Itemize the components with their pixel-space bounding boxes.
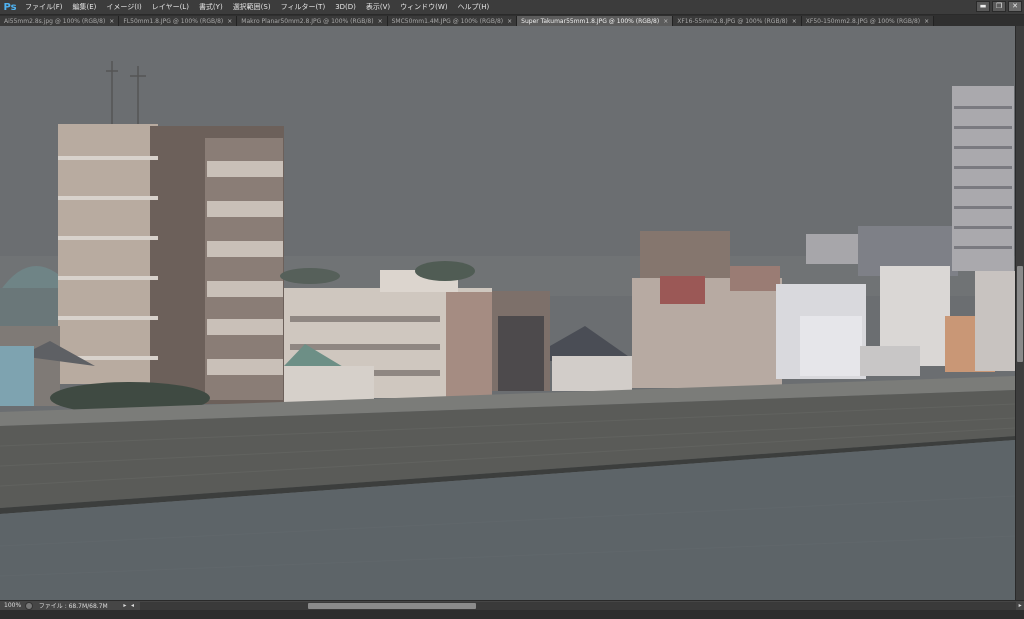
vertical-scroll-thumb[interactable]: [1017, 266, 1023, 362]
tab-close-icon[interactable]: ×: [507, 18, 512, 25]
tab-close-icon[interactable]: ×: [378, 18, 383, 25]
menu-window[interactable]: ウィンドウ(W): [395, 0, 452, 15]
menu-view[interactable]: 表示(V): [361, 0, 395, 15]
menu-3d[interactable]: 3D(D): [330, 0, 361, 15]
window-controls: ▬ ❐ ✕: [976, 1, 1022, 12]
photoshop-logo-icon[interactable]: Ps: [0, 0, 20, 15]
tab-label: FL50mm1.8.JPG @ 100% (RGB/8): [123, 17, 224, 25]
horizontal-scrollbar[interactable]: [140, 601, 1017, 610]
tab-label: SMC50mm1.4M.JPG @ 100% (RGB/8): [391, 17, 504, 25]
scroll-right-arrow-icon[interactable]: ▸: [1016, 602, 1024, 609]
tab-close-icon[interactable]: ×: [227, 18, 232, 25]
tab-label: Makro Planar50mm2.8.JPG @ 100% (RGB/8): [241, 17, 374, 25]
document-canvas[interactable]: [0, 26, 1015, 600]
tab-label: Super Takumar55mm1.8.JPG @ 100% (RGB/8): [521, 17, 660, 25]
bottom-panel-strip: [0, 610, 1024, 619]
tab-label: XF50-150mm2.8.JPG @ 100% (RGB/8): [805, 17, 921, 25]
document-tab-bar: Ai55mm2.8s.jpg @ 100% (RGB/8) × FL50mm1.…: [0, 15, 1024, 26]
menu-layer[interactable]: レイヤー(L): [147, 0, 194, 15]
tab-label: XF16-55mm2.8.JPG @ 100% (RGB/8): [677, 17, 788, 25]
vertical-scrollbar[interactable]: [1015, 26, 1024, 600]
tab-fl50mm[interactable]: FL50mm1.8.JPG @ 100% (RGB/8) ×: [119, 16, 238, 26]
menu-bar: Ps ファイル(F) 編集(E) イメージ(I) レイヤー(L) 書式(Y) 選…: [0, 0, 1024, 15]
tab-label: Ai55mm2.8s.jpg @ 100% (RGB/8): [4, 17, 106, 25]
tab-xf50-150mm[interactable]: XF50-150mm2.8.JPG @ 100% (RGB/8) ×: [801, 16, 935, 26]
restore-icon[interactable]: ❐: [992, 1, 1006, 12]
photo-image: [0, 26, 1015, 600]
menu-file[interactable]: ファイル(F): [20, 0, 68, 15]
tab-makro-planar[interactable]: Makro Planar50mm2.8.JPG @ 100% (RGB/8) ×: [237, 16, 388, 26]
scroll-left-arrow-icon[interactable]: ◂: [129, 602, 137, 609]
minimize-icon[interactable]: ▬: [976, 1, 990, 12]
status-bar: 100% ファイル : 68.7M/68.7M ▸ ◂ ▸: [0, 600, 1024, 610]
tab-smc50mm[interactable]: SMC50mm1.4M.JPG @ 100% (RGB/8) ×: [387, 16, 518, 26]
close-icon[interactable]: ✕: [1008, 1, 1022, 12]
menu-edit[interactable]: 編集(E): [68, 0, 102, 15]
file-size-info: ファイル : 68.7M/68.7M: [38, 603, 108, 610]
menu-type[interactable]: 書式(Y): [194, 0, 228, 15]
menu-help[interactable]: ヘルプ(H): [453, 0, 495, 15]
document-status-icon[interactable]: [25, 601, 33, 610]
tab-close-icon[interactable]: ×: [792, 18, 797, 25]
status-menu-arrow-icon[interactable]: ▸: [121, 602, 129, 609]
horizontal-scroll-thumb[interactable]: [308, 602, 477, 609]
tab-xf16-55mm[interactable]: XF16-55mm2.8.JPG @ 100% (RGB/8) ×: [673, 16, 802, 26]
tab-super-takumar[interactable]: Super Takumar55mm1.8.JPG @ 100% (RGB/8) …: [517, 16, 674, 26]
menu-filter[interactable]: フィルター(T): [276, 0, 331, 15]
zoom-level-field[interactable]: 100%: [0, 602, 25, 609]
tab-close-icon[interactable]: ×: [663, 18, 668, 25]
tab-close-icon[interactable]: ×: [109, 18, 114, 25]
menu-select[interactable]: 選択範囲(S): [228, 0, 276, 15]
menu-image[interactable]: イメージ(I): [101, 0, 146, 15]
tab-close-icon[interactable]: ×: [924, 18, 929, 25]
tab-ai55mm[interactable]: Ai55mm2.8s.jpg @ 100% (RGB/8) ×: [0, 16, 120, 26]
